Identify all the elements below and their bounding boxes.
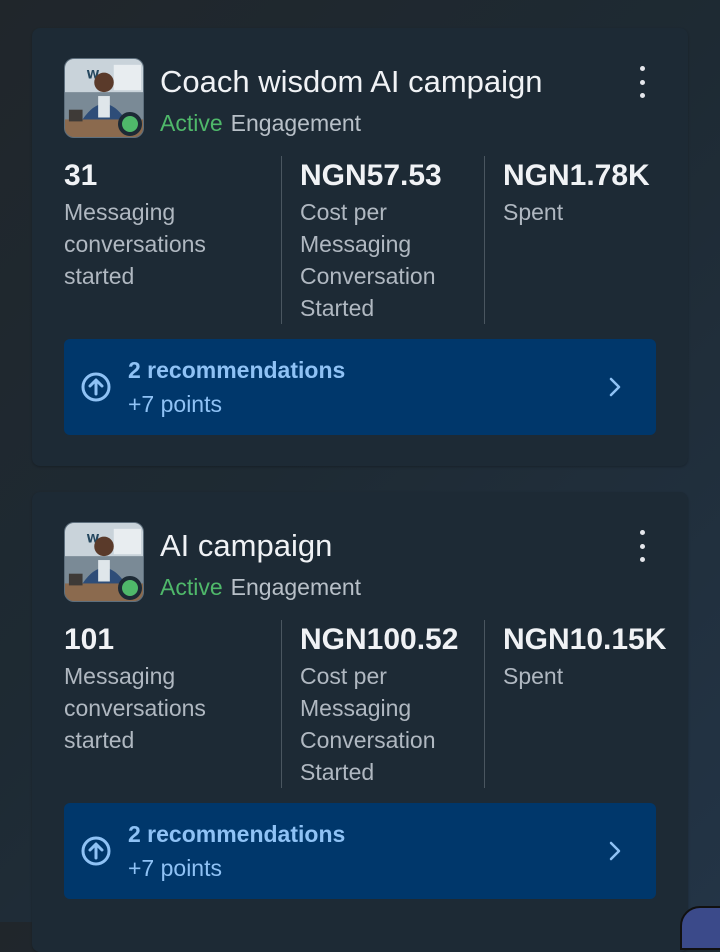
metric-value: NGN1.78K [503,159,650,192]
recommendations-button[interactable]: 2 recommendations +7 points [64,803,656,899]
campaign-metrics: 101 Messaging conversations started NGN1… [64,620,667,788]
chevron-right-icon [609,377,621,397]
more-vertical-icon[interactable] [632,528,652,564]
active-status-dot-icon [118,112,142,136]
recommendations-title: 2 recommendations [128,821,346,847]
metric-label: Spent [503,663,564,689]
metric-label: Cost per Messaging Conversation Started [300,663,436,785]
floating-action-button[interactable] [680,906,720,950]
metric-label: Cost per Messaging Conversation Started [300,199,436,321]
chevron-right-icon [609,841,621,861]
metric-label: Spent [503,199,564,225]
metric-spent: NGN10.15K Spent [485,620,667,788]
recommendations-title: 2 recommendations [128,357,346,383]
metric-cost-per-result: NGN100.52 Cost per Messaging Conversatio… [282,620,485,788]
metric-results: 31 Messaging conversations started [64,156,282,324]
campaign-name[interactable]: AI campaign [160,528,332,564]
objective-label: Engagement [230,110,362,136]
metric-value: NGN10.15K [503,623,667,656]
status-label: Active [160,110,223,136]
campaign-card[interactable]: W Coach wisdom AI campaign Active Engagem… [32,28,688,466]
arrow-up-circle-icon [81,372,111,402]
more-vertical-icon[interactable] [632,64,652,100]
campaign-thumbnail: W [64,522,144,602]
metric-results: 101 Messaging conversations started [64,620,282,788]
metric-value: 31 [64,159,98,192]
active-status-dot-icon [118,576,142,600]
recommendations-button[interactable]: 2 recommendations +7 points [64,339,656,435]
campaign-metrics: 31 Messaging conversations started NGN57… [64,156,664,324]
objective-label: Engagement [230,574,362,600]
recommendations-points: +7 points [128,855,222,881]
metric-spent: NGN1.78K Spent [485,156,664,324]
campaign-card[interactable]: W AI campaign Active Engagement 101 Messa… [32,492,688,952]
campaign-name[interactable]: Coach wisdom AI campaign [160,64,543,100]
metric-label: Messaging conversations started [64,199,206,289]
metric-value: NGN100.52 [300,623,459,656]
metric-label: Messaging conversations started [64,663,206,753]
campaign-status-line: Active Engagement [160,574,361,601]
metric-value: 101 [64,623,115,656]
arrow-up-circle-icon [81,836,111,866]
campaign-status-line: Active Engagement [160,110,361,137]
metric-value: NGN57.53 [300,159,442,192]
metric-cost-per-result: NGN57.53 Cost per Messaging Conversation… [282,156,485,324]
campaign-thumbnail: W [64,58,144,138]
status-label: Active [160,574,223,600]
recommendations-points: +7 points [128,391,222,417]
